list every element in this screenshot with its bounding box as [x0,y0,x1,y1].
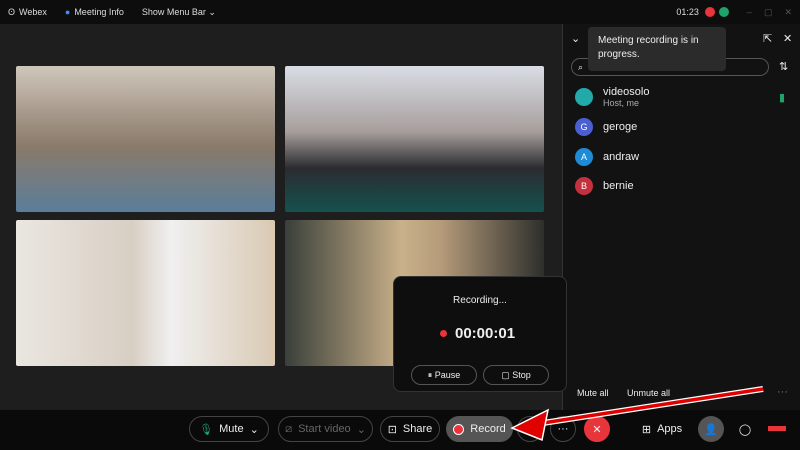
annotation-arrow [510,386,764,442]
